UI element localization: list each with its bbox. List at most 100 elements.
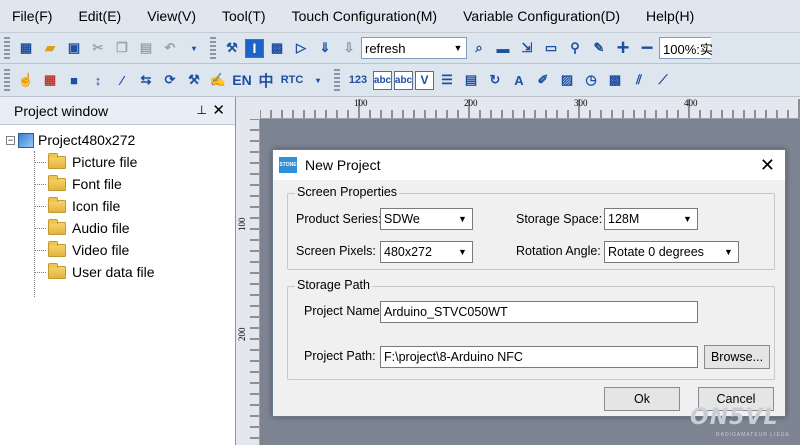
eyedropper-icon[interactable]: ✎ bbox=[588, 37, 610, 59]
cut-icon[interactable]: ✂ bbox=[87, 37, 109, 59]
tools-icon[interactable]: ⚒ bbox=[221, 37, 243, 59]
tree-item-audio-file[interactable]: Audio file bbox=[0, 217, 235, 239]
text-input-icon[interactable]: abc bbox=[394, 70, 413, 90]
tree-item-label: Picture file bbox=[72, 154, 138, 170]
badge-icon[interactable]: ▦ bbox=[39, 69, 61, 91]
toolbar-grip-2[interactable] bbox=[210, 37, 216, 59]
storage-space-select[interactable]: 128M ▼ bbox=[604, 208, 698, 230]
toolbar-grip-3[interactable] bbox=[4, 69, 10, 91]
product-series-label: Product Series: bbox=[296, 212, 382, 226]
variable-icon[interactable]: V bbox=[415, 70, 434, 90]
text-i-icon[interactable]: I bbox=[245, 38, 264, 58]
font-a-icon[interactable]: A bbox=[508, 69, 530, 91]
new-project-icon[interactable]: ▦ bbox=[15, 37, 37, 59]
product-series-select[interactable]: SDWe ▼ bbox=[380, 208, 473, 230]
chevron-down-icon[interactable]: ▼ bbox=[680, 211, 695, 227]
chart-icon[interactable]: ⫽ bbox=[628, 69, 650, 91]
import-icon[interactable]: ⇲ bbox=[516, 37, 538, 59]
rotation-angle-value: Rotate 0 degrees bbox=[608, 245, 704, 259]
zoom-in-icon[interactable]: + bbox=[612, 35, 634, 60]
dialog-title: New Project bbox=[305, 157, 381, 173]
search-page-icon[interactable]: ⌕ bbox=[468, 37, 490, 59]
slider-icon[interactable]: ⁄ bbox=[111, 69, 133, 91]
browse-button[interactable]: Browse... bbox=[704, 345, 770, 369]
text-display-icon[interactable]: abc bbox=[373, 70, 392, 90]
menu-edit[interactable]: Edit(E) bbox=[65, 8, 134, 24]
dropdown-arrow-icon-2[interactable]: ▾ bbox=[307, 69, 329, 91]
tree-item-picture-file[interactable]: Picture file bbox=[0, 151, 235, 173]
menu-touch-configuration[interactable]: Touch Configuration(M) bbox=[279, 8, 451, 24]
ruler-horizontal: 100 200 300 400 bbox=[260, 97, 800, 119]
toolbar-grip-4[interactable] bbox=[334, 69, 340, 91]
number-display-icon[interactable]: 123 bbox=[345, 69, 371, 91]
undo-icon[interactable]: ↶ bbox=[159, 37, 181, 59]
line-icon[interactable]: ⟋ bbox=[652, 69, 674, 91]
project-name-input[interactable]: Arduino_STVC050WT bbox=[380, 301, 698, 323]
close-icon[interactable]: ✕ bbox=[212, 101, 225, 119]
storage-path-legend: Storage Path bbox=[295, 278, 372, 292]
save-icon[interactable]: ▣ bbox=[63, 37, 85, 59]
tree-item-font-file[interactable]: Font file bbox=[0, 173, 235, 195]
chevron-down-icon[interactable]: ▼ bbox=[455, 244, 470, 260]
pointer-hand-icon[interactable]: ☝ bbox=[15, 69, 37, 91]
storage-space-value: 128M bbox=[608, 212, 640, 226]
zoom-out-icon[interactable]: − bbox=[636, 35, 658, 60]
key-tool-icon[interactable]: ⚒ bbox=[183, 69, 205, 91]
open-folder-icon[interactable]: ▰ bbox=[39, 37, 61, 59]
cycle-icon[interactable]: ↻ bbox=[484, 69, 506, 91]
chevron-down-icon[interactable]: ▼ bbox=[450, 38, 466, 58]
window-icon[interactable]: ▭ bbox=[540, 37, 562, 59]
menu-help[interactable]: Help(H) bbox=[633, 8, 707, 24]
folder-icon bbox=[48, 262, 66, 279]
ok-button[interactable]: Ok bbox=[604, 387, 680, 411]
edit-page-icon[interactable]: ✍ bbox=[207, 69, 229, 91]
screen-select[interactable]: refresh ▼ bbox=[361, 37, 467, 59]
menu-view[interactable]: View(V) bbox=[134, 8, 209, 24]
chevron-down-icon[interactable]: ▼ bbox=[455, 211, 470, 227]
zoom-select[interactable]: 100%:实 bbox=[659, 37, 713, 59]
pin-icon[interactable]: ⊥ bbox=[197, 103, 207, 117]
tree-item-user-data-file[interactable]: User data file bbox=[0, 261, 235, 283]
project-path-input[interactable]: F:\project\8-Arduino NFC bbox=[380, 346, 698, 368]
download-icon[interactable]: ⇓ bbox=[314, 37, 336, 59]
download-grey-icon[interactable]: ⇩ bbox=[338, 37, 360, 59]
ruler-icon[interactable]: ▬ bbox=[492, 37, 514, 59]
chevron-down-icon[interactable]: ▼ bbox=[721, 244, 736, 260]
list-icon[interactable]: ☰ bbox=[436, 69, 458, 91]
clock-icon[interactable]: ◷ bbox=[580, 69, 602, 91]
return-icon[interactable]: ⟳ bbox=[159, 69, 181, 91]
dropdown-arrow-icon[interactable]: ▾ bbox=[183, 37, 205, 59]
menu-file[interactable]: File(F) bbox=[0, 8, 65, 24]
collapse-icon[interactable]: − bbox=[6, 135, 15, 145]
rotation-angle-select[interactable]: Rotate 0 degrees ▼ bbox=[604, 241, 739, 263]
rectangle-icon[interactable]: ■ bbox=[63, 69, 85, 91]
page-play-icon[interactable]: ▷ bbox=[290, 37, 312, 59]
image-icon[interactable]: ▨ bbox=[556, 69, 578, 91]
screen-pixels-select[interactable]: 480x272 ▼ bbox=[380, 241, 473, 263]
ruler-vlabel-200: 200 bbox=[237, 327, 247, 342]
menu-variable-configuration[interactable]: Variable Configuration(D) bbox=[450, 8, 633, 24]
tree-root[interactable]: − Project480x272 bbox=[0, 129, 235, 151]
ruler-label-400: 400 bbox=[684, 98, 698, 108]
pencil-icon[interactable]: ✐ bbox=[532, 69, 554, 91]
bitmap-icon[interactable]: ▩ bbox=[604, 69, 626, 91]
storage-space-label: Storage Space: bbox=[516, 212, 603, 226]
paste-icon[interactable]: ▤ bbox=[135, 37, 157, 59]
stone-logo-icon: STONE bbox=[279, 157, 297, 173]
copy-icon[interactable]: ❐ bbox=[111, 37, 133, 59]
grid-icon[interactable]: ▩ bbox=[266, 37, 288, 59]
toggle-icon[interactable]: ⇆ bbox=[135, 69, 157, 91]
tree-item-video-file[interactable]: Video file bbox=[0, 239, 235, 261]
tree-item-label: User data file bbox=[72, 264, 155, 280]
toolbar-grip[interactable] bbox=[4, 37, 10, 59]
close-icon[interactable]: ✕ bbox=[760, 155, 775, 176]
menu-tool[interactable]: Tool(T) bbox=[209, 8, 279, 24]
chinese-keyboard-icon[interactable]: 中 bbox=[255, 69, 277, 91]
zoom-search-icon[interactable]: ⚲ bbox=[564, 37, 586, 59]
increment-icon[interactable]: ↕ bbox=[87, 69, 109, 91]
tree-item-label: Video file bbox=[72, 242, 130, 258]
bar-icon[interactable]: ▤ bbox=[460, 69, 482, 91]
tree-item-icon-file[interactable]: Icon file bbox=[0, 195, 235, 217]
rtc-icon[interactable]: RTC bbox=[279, 69, 305, 91]
english-keyboard-icon[interactable]: EN bbox=[231, 69, 253, 91]
